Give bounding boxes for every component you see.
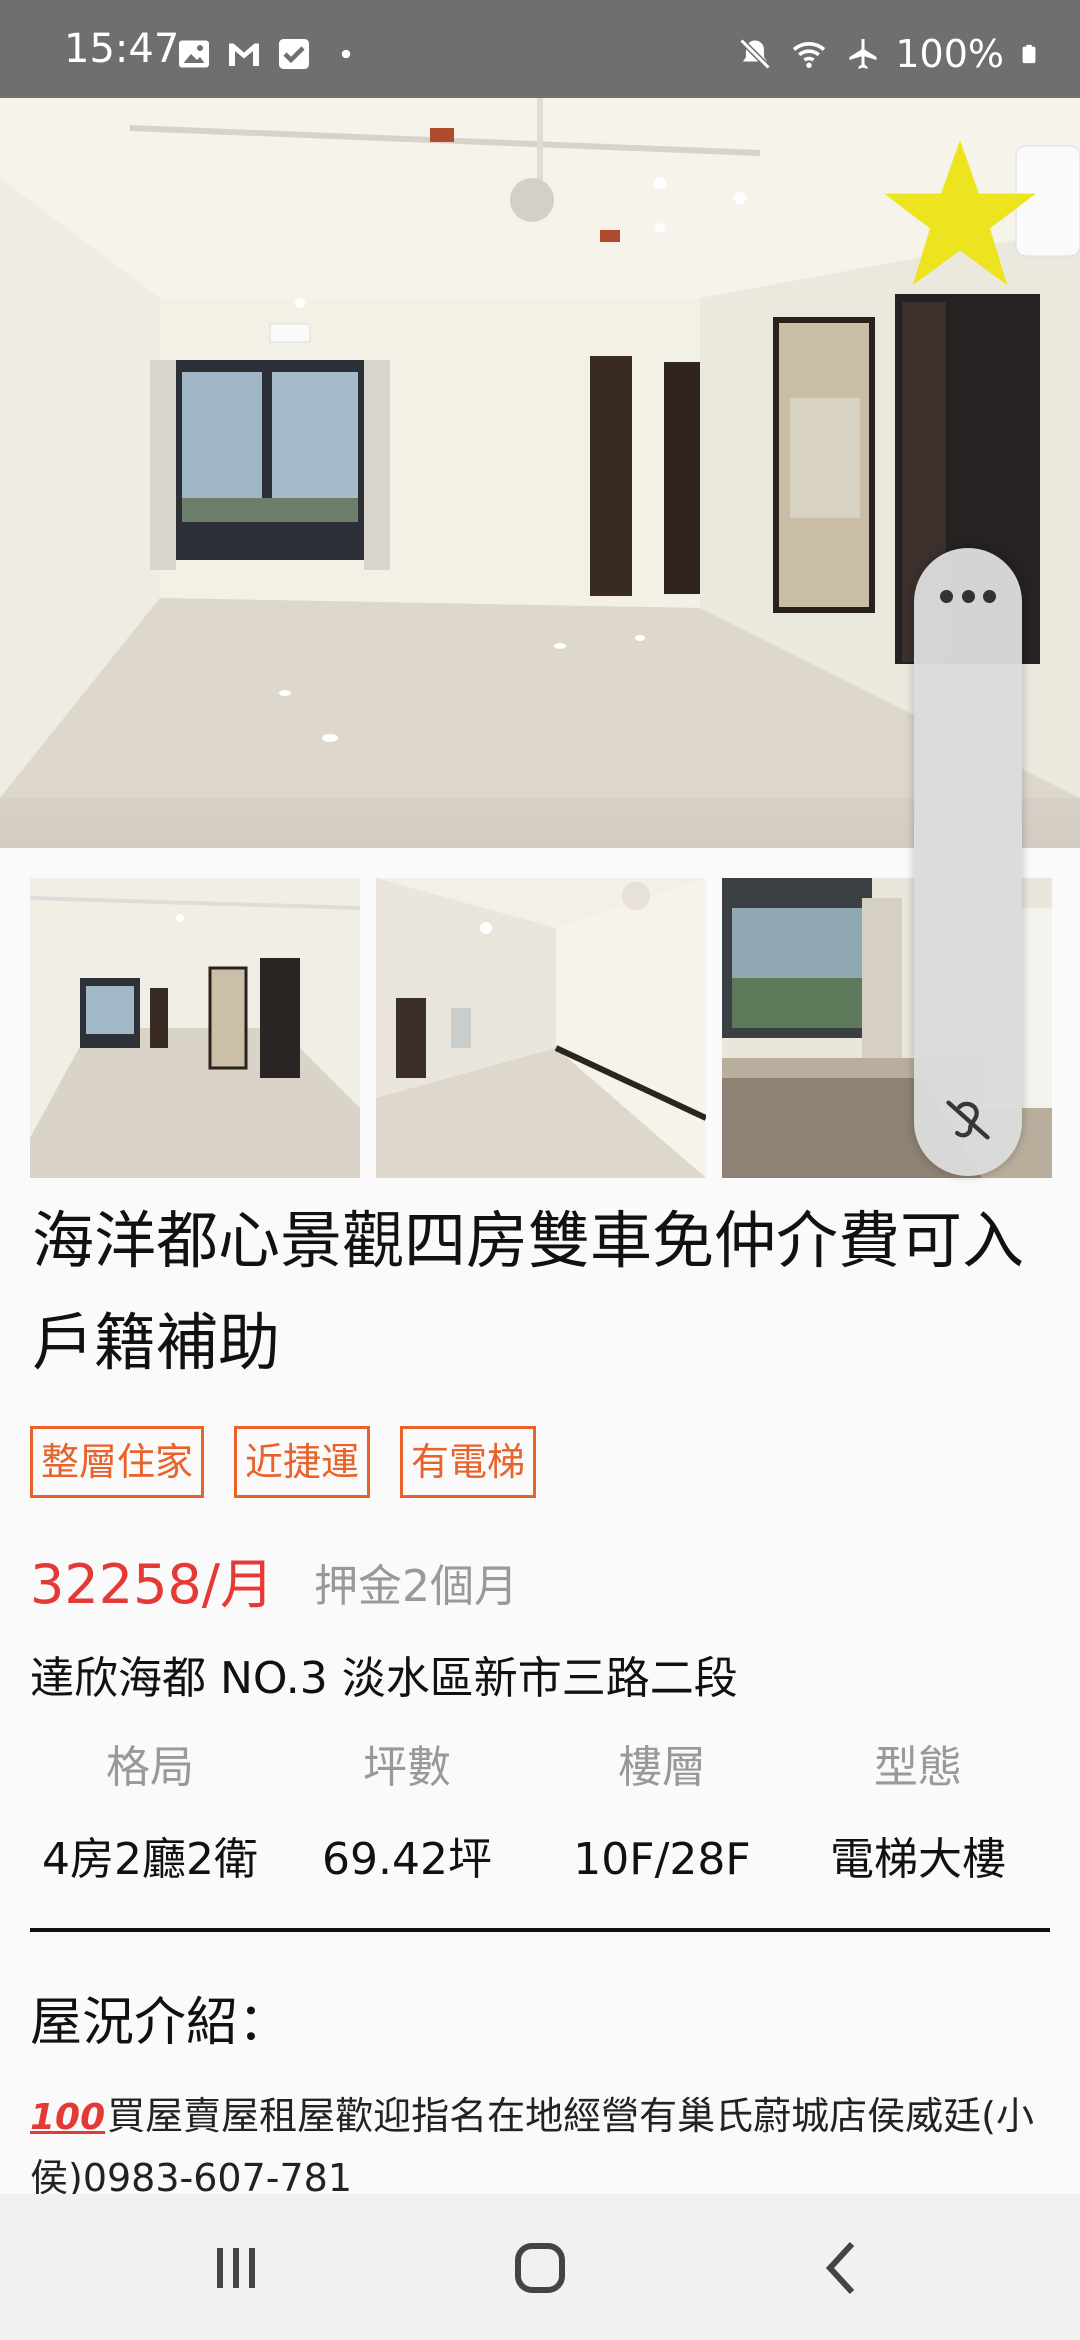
floating-side-panel[interactable]: [914, 548, 1022, 1176]
spec-label: 樓層: [618, 1742, 706, 1793]
tag-whole-floor: 整層住家: [30, 1426, 205, 1498]
spec-label: 型態: [874, 1742, 962, 1793]
listing-title: 海洋都心景觀四房雙車免仲介費可入戶籍補助: [32, 1204, 1025, 1379]
tag-elevator: 有電梯: [400, 1426, 537, 1498]
description-body: 買屋賣屋租屋歡迎指名在地經營有巢氏蔚城店侯威廷(小侯)0983-607-781: [30, 2094, 1034, 2200]
listing-address: 達欣海都 NO.3 淡水區新市三路二段: [30, 1653, 738, 1704]
status-time: 15:47: [64, 26, 180, 72]
spec-label: 格局: [106, 1742, 194, 1793]
gmail-icon: [229, 43, 259, 66]
mute-icon: [739, 38, 771, 70]
spec-value: 69.42坪: [322, 1834, 492, 1885]
more-options-icon[interactable]: [940, 590, 996, 610]
back-icon[interactable]: [802, 2228, 882, 2308]
deposit-info: 押金2個月: [314, 1561, 518, 1612]
favorite-star-icon[interactable]: [880, 140, 1040, 290]
spec-value: 電梯大樓: [830, 1834, 1006, 1885]
hundred-points-icon: 100: [30, 2097, 106, 2138]
home-icon[interactable]: [500, 2228, 580, 2308]
section-title: 屋況介紹：: [30, 1993, 291, 2053]
description-text: 100買屋賣屋租屋歡迎指名在地經營有巢氏蔚城店侯威廷(小侯)0983-607-7…: [30, 2086, 1050, 2208]
spec-value: 10F/28F: [573, 1834, 751, 1885]
spec-type: 型態 電梯大樓: [788, 1732, 1048, 1896]
battery-percent: 100%: [895, 32, 1004, 76]
spec-floor: 樓層 10F/28F: [532, 1732, 792, 1896]
recent-apps-icon[interactable]: [196, 2228, 276, 2308]
battery-icon: [1022, 44, 1036, 64]
hide-panel-icon[interactable]: [942, 1094, 994, 1146]
dot-icon: [341, 49, 351, 59]
spec-grid: 格局 4房2廳2衛 坪數 69.42坪 樓層 10F/28F 型態 電梯大樓: [20, 1732, 1060, 1902]
status-bar: 15:47 100%: [0, 0, 1080, 98]
airplane-icon: [849, 39, 877, 69]
spec-area: 坪數 69.42坪: [277, 1732, 537, 1896]
thumbnail-strip: [30, 878, 1052, 1180]
thumbnail-photo-2[interactable]: [376, 878, 706, 1178]
spec-layout: 格局 4房2廳2衛: [20, 1732, 280, 1896]
spec-label: 坪數: [363, 1742, 451, 1793]
system-nav-bar: [0, 2194, 1080, 2340]
check-icon: [279, 39, 309, 69]
thumbnail-photo-1[interactable]: [30, 878, 360, 1178]
wifi-icon: [793, 42, 826, 68]
section-divider: [30, 1928, 1050, 1932]
rent-price: 32258/月: [30, 1553, 274, 1616]
tag-list: 整層住家 近捷運 有電梯: [30, 1426, 537, 1498]
tag-near-mrt: 近捷運: [234, 1426, 371, 1498]
gallery-icon: [179, 40, 209, 68]
spec-value: 4房2廳2衛: [42, 1834, 258, 1885]
